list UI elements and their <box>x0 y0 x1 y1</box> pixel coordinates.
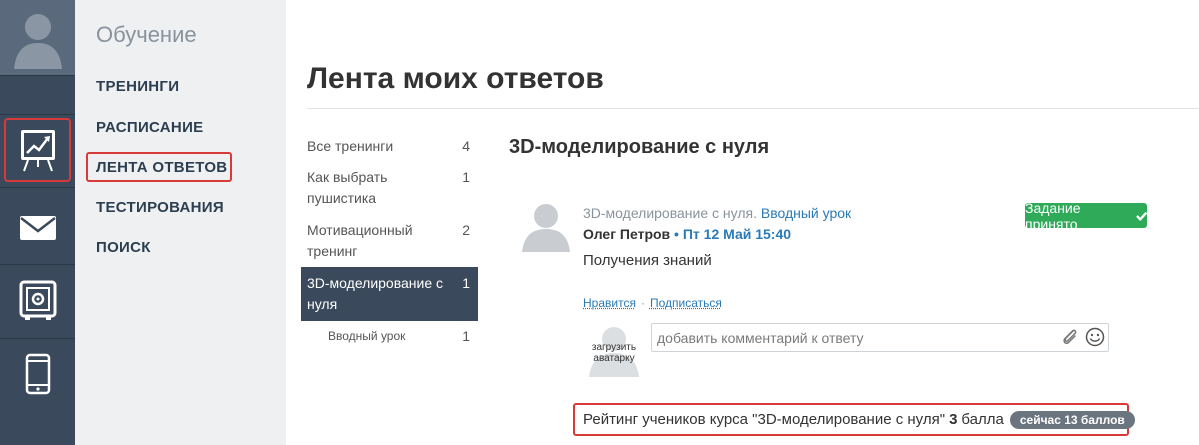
post-actions: Нравится · Подписаться <box>583 296 722 310</box>
avatar-icon <box>13 13 62 69</box>
rating-suffix: балла <box>961 411 1004 428</box>
sidebar-item-search[interactable]: ПОИСК <box>96 239 151 256</box>
comment-input[interactable] <box>651 323 1109 352</box>
page-title: Лента моих ответов <box>307 62 604 95</box>
icon-rail <box>0 0 75 445</box>
subscribe-link[interactable]: Подписаться <box>650 296 722 310</box>
category-name: Все тренинги <box>307 138 394 154</box>
category-name: Как выбрать пушистика <box>307 169 388 206</box>
sidebar-item-tests[interactable]: ТЕСТИРОВАНИЯ <box>96 199 224 216</box>
category-name: Мотивационный тренинг <box>307 222 413 259</box>
post-course: 3D-моделирование с нуля. <box>583 205 757 221</box>
paperclip-icon[interactable] <box>1060 327 1080 347</box>
rail-safe[interactable] <box>0 270 75 332</box>
category-count: 4 <box>462 138 470 154</box>
sidebar: Обучение ТРЕНИНГИ РАСПИСАНИЕ ЛЕНТА ОТВЕТ… <box>75 0 286 445</box>
category-count: 1 <box>462 275 470 291</box>
post-date[interactable]: Пт 12 Май 15:40 <box>683 226 791 242</box>
category-count: 1 <box>462 328 470 344</box>
phone-icon <box>25 353 50 395</box>
category-name: Вводный урок <box>328 329 406 343</box>
category-name: 3D-моделирование с нуля <box>307 275 444 312</box>
post-author[interactable]: Олег Петров <box>583 226 670 242</box>
rating-points: 3 <box>949 411 958 428</box>
post-author-avatar-icon <box>522 204 570 252</box>
category-subitem[interactable]: Вводный урок 1 <box>301 326 478 346</box>
sidebar-item-trainings[interactable]: ТРЕНИНГИ <box>96 78 179 95</box>
post-lesson-link[interactable]: Вводный урок <box>761 205 851 221</box>
section-title: 3D-моделирование с нуля <box>509 136 770 158</box>
category-item[interactable]: Как выбрать пушистика 1 <box>301 167 478 211</box>
rail-phone[interactable] <box>0 344 75 404</box>
title-divider <box>307 108 1199 109</box>
post-meta: Олег Петров • Пт 12 Май 15:40 <box>583 226 791 242</box>
category-item[interactable]: Все тренинги 4 <box>301 136 478 158</box>
emoji-icon[interactable] <box>1085 327 1105 347</box>
mail-icon <box>19 216 56 240</box>
category-item-active[interactable]: 3D-моделирование с нуля 1 <box>301 267 478 321</box>
sidebar-highlight-frame <box>86 152 232 182</box>
category-count: 1 <box>462 169 470 185</box>
sidebar-title: Обучение <box>96 22 197 47</box>
meta-separator: • <box>674 226 679 242</box>
category-count: 2 <box>462 222 470 238</box>
current-score-badge: сейчас 13 баллов <box>1009 410 1135 429</box>
rail-highlight-frame <box>4 118 71 182</box>
course-rating: Рейтинг учеников курса "3D-моделирование… <box>573 403 1135 436</box>
status-badge: Задание принято <box>1025 200 1147 232</box>
post-text: Получения знаний <box>583 252 712 269</box>
post-breadcrumb: 3D-моделирование с нуля. Вводный урок <box>583 205 851 221</box>
user-avatar[interactable] <box>0 0 75 75</box>
rail-mail[interactable] <box>0 198 75 258</box>
upload-avatar-label[interactable]: загрузить аватарку <box>585 342 643 364</box>
category-item[interactable]: Мотивационный тренинг 2 <box>301 220 478 264</box>
rating-prefix: Рейтинг учеников курса "3D-моделирование… <box>583 411 946 428</box>
safe-icon <box>19 280 56 320</box>
sidebar-item-schedule[interactable]: РАСПИСАНИЕ <box>96 119 203 136</box>
checkmark-icon <box>1135 211 1147 221</box>
status-label: Задание принято <box>1025 199 1081 232</box>
actions-separator: · <box>640 296 645 310</box>
like-link[interactable]: Нравится <box>583 296 636 310</box>
